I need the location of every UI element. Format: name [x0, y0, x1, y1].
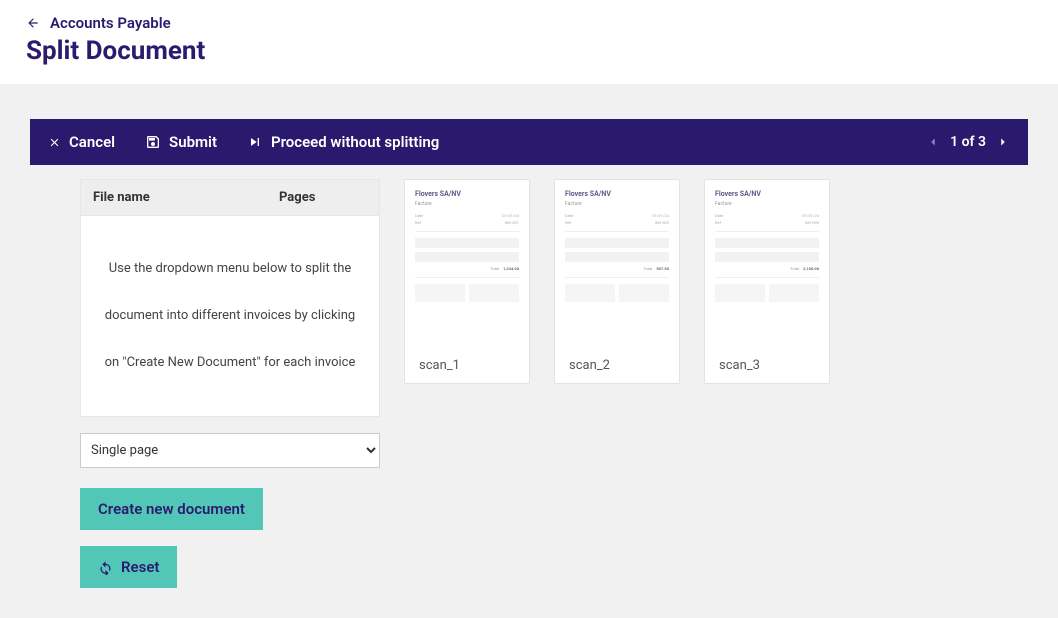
create-document-button[interactable]: Create new document — [80, 488, 263, 530]
thumbnail-preview: Flovers SA/NV Facture Date01/01/24 RéfIN… — [711, 186, 823, 346]
reset-button[interactable]: Reset — [80, 546, 177, 588]
back-arrow-icon[interactable] — [26, 16, 40, 30]
action-bar: Cancel Submit Proceed without splitting … — [30, 119, 1028, 165]
page-title: Split Document — [26, 36, 1032, 66]
thumbnail-label: scan_2 — [561, 358, 673, 373]
create-document-label: Create new document — [98, 500, 245, 518]
thumbnail-label: scan_1 — [411, 358, 523, 373]
cancel-button[interactable]: Cancel — [48, 133, 115, 151]
col-pages: Pages — [279, 180, 379, 215]
proceed-button[interactable]: Proceed without splitting — [247, 133, 439, 151]
cancel-label: Cancel — [69, 133, 115, 151]
thumbnail-card[interactable]: Flovers SA/NV Facture Date01/01/24 RéfIN… — [554, 179, 680, 384]
breadcrumb-link[interactable]: Accounts Payable — [50, 14, 171, 32]
thumbnail-card[interactable]: Flovers SA/NV Facture Date01/01/24 RéfIN… — [704, 179, 830, 384]
thumbnail-row: Flovers SA/NV Facture Date01/01/24 RéfIN… — [404, 179, 830, 384]
thumbnail-preview: Flovers SA/NV Facture Date01/01/24 RéfIN… — [411, 186, 523, 346]
instruction-box: Use the dropdown menu below to split the… — [80, 216, 380, 417]
thumbnail-label: scan_3 — [711, 358, 823, 373]
thumbnail-card[interactable]: Flovers SA/NV Facture Date01/01/24 RéfIN… — [404, 179, 530, 384]
file-table-header: File name Pages — [80, 179, 380, 216]
col-file-name: File name — [81, 180, 279, 215]
pager-next-icon[interactable] — [996, 135, 1010, 149]
instruction-text: Use the dropdown menu below to split the… — [96, 246, 364, 386]
split-mode-select[interactable]: Single page — [80, 433, 380, 468]
submit-label: Submit — [169, 133, 217, 151]
submit-button[interactable]: Submit — [145, 133, 217, 151]
breadcrumb: Accounts Payable — [26, 14, 1032, 32]
pager-text: 1 of 3 — [950, 134, 986, 150]
thumbnail-preview: Flovers SA/NV Facture Date01/01/24 RéfIN… — [561, 186, 673, 346]
proceed-label: Proceed without splitting — [271, 133, 439, 151]
reset-label: Reset — [121, 558, 159, 576]
pager-prev-icon[interactable] — [926, 135, 940, 149]
